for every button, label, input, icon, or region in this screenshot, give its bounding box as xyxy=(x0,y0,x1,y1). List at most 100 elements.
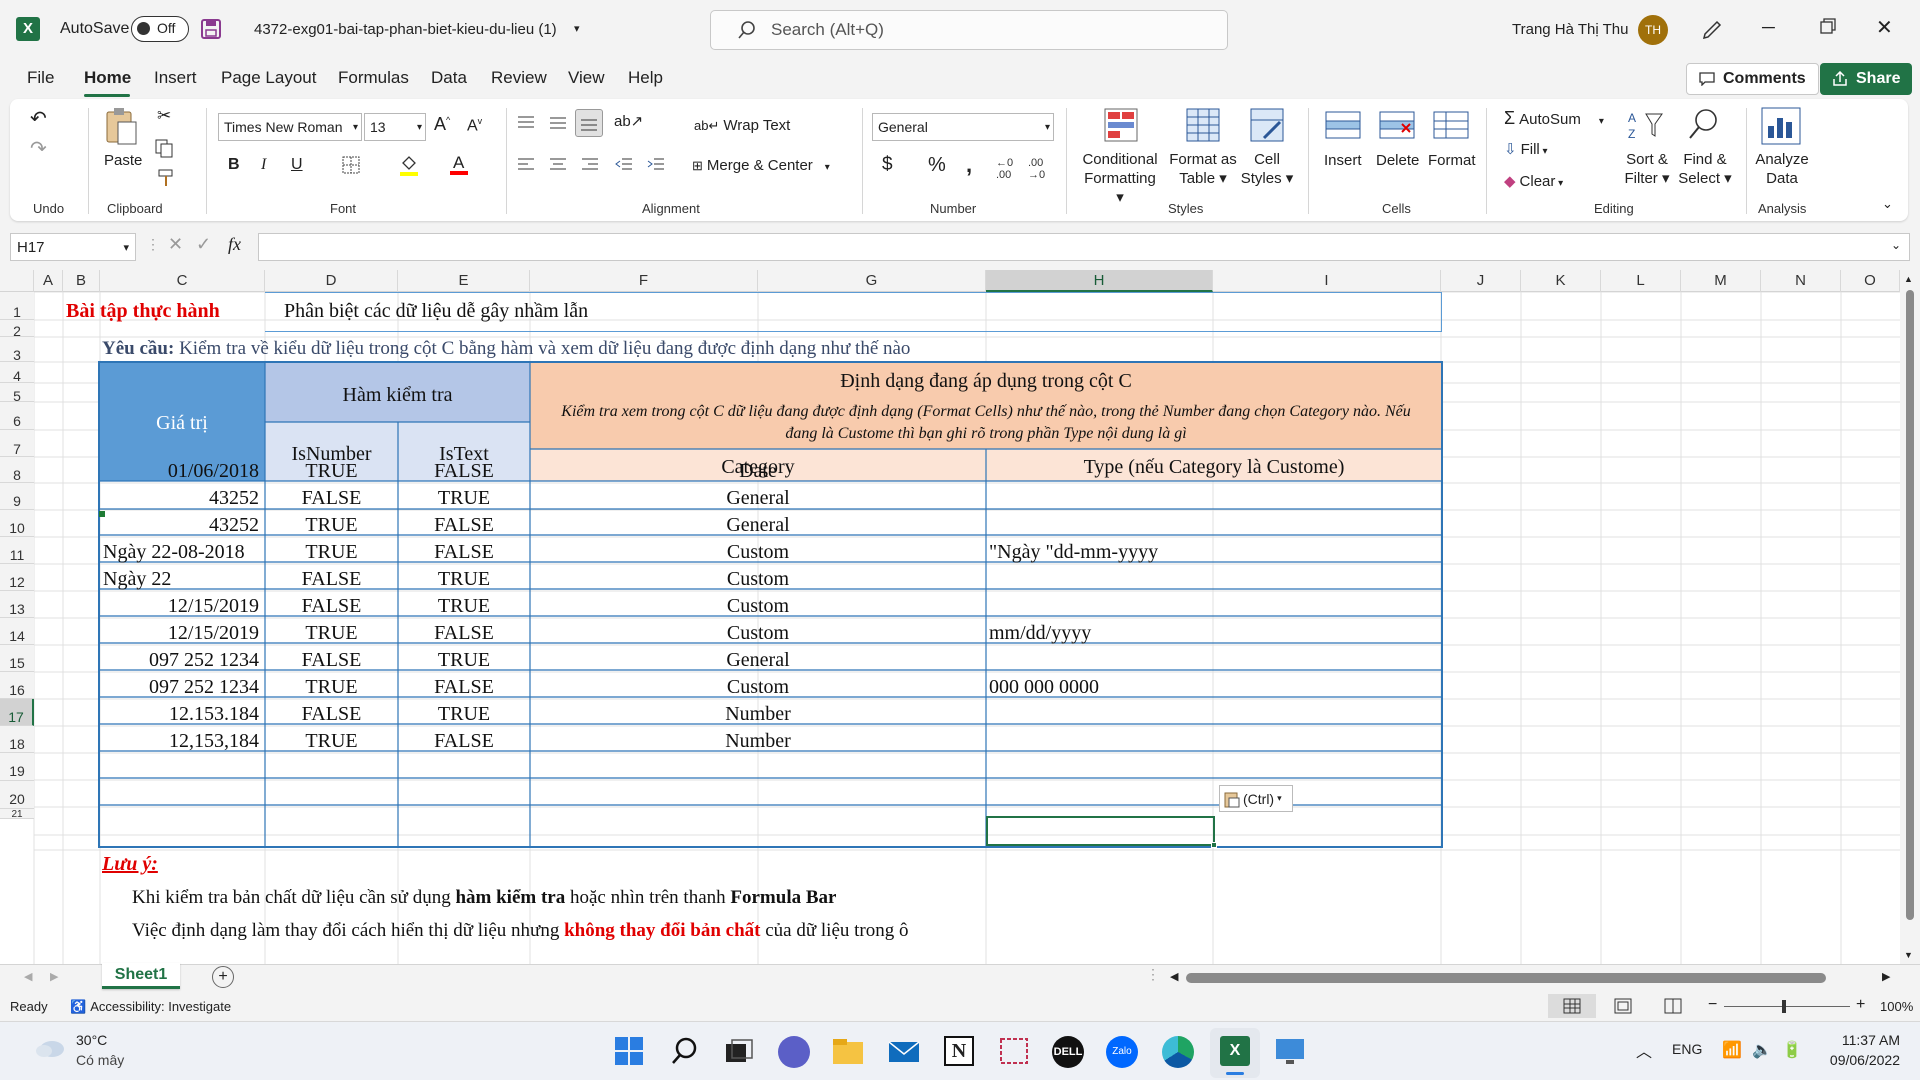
currency-icon[interactable]: $ xyxy=(882,154,893,176)
type-cell[interactable]: 000 000 0000 xyxy=(986,676,1441,699)
align-right-icon[interactable] xyxy=(580,156,600,174)
scroll-left-icon[interactable]: ◀ xyxy=(1170,970,1178,983)
increase-indent-icon[interactable] xyxy=(646,156,666,174)
select-all-corner[interactable] xyxy=(0,270,34,292)
conditional-formatting-icon[interactable] xyxy=(1104,108,1138,142)
merge-center-button[interactable]: ⊞ Merge & Center ▾ xyxy=(692,157,830,174)
row-header-13[interactable]: 13 xyxy=(0,591,34,618)
format-painter-icon[interactable] xyxy=(156,168,176,188)
row-header-9[interactable]: 9 xyxy=(0,483,34,510)
value-cell[interactable]: Ngày 22 xyxy=(100,568,263,591)
istext-cell[interactable]: FALSE xyxy=(398,676,530,699)
value-cell[interactable]: 12,153,184 xyxy=(100,730,263,753)
restore-icon[interactable] xyxy=(1820,18,1836,34)
paste-icon[interactable] xyxy=(104,106,138,148)
istext-cell[interactable]: FALSE xyxy=(398,730,530,753)
underline-button[interactable]: U xyxy=(291,156,303,174)
menu-view[interactable]: View xyxy=(568,68,605,88)
borders-icon[interactable] xyxy=(342,156,360,174)
istext-cell[interactable]: TRUE xyxy=(398,649,530,672)
row-header-7[interactable]: 7 xyxy=(0,430,34,457)
row-header-15[interactable]: 15 xyxy=(0,645,34,672)
row-header-21[interactable]: 21 xyxy=(0,809,34,819)
align-center-icon[interactable] xyxy=(548,156,568,174)
accessibility-status[interactable]: ♿ Accessibility: Investigate xyxy=(70,999,231,1015)
wifi-icon[interactable]: 📶 xyxy=(1722,1040,1742,1060)
isnumber-cell[interactable]: FALSE xyxy=(265,568,398,591)
row-header-18[interactable]: 18 xyxy=(0,726,34,753)
category-cell[interactable]: Custom xyxy=(530,568,986,591)
row-header-4[interactable]: 4 xyxy=(0,362,34,384)
font-color-icon[interactable]: A xyxy=(448,152,470,176)
find-select-icon[interactable] xyxy=(1686,106,1722,142)
comments-button[interactable]: Comments xyxy=(1686,63,1819,95)
weather-desc[interactable]: Có mây xyxy=(76,1052,124,1068)
decrease-font-icon[interactable]: Av xyxy=(467,116,482,135)
snipping-tool-icon[interactable] xyxy=(998,1036,1030,1066)
menu-file[interactable]: File xyxy=(27,68,54,88)
font-size-select[interactable]: 13 ▾ xyxy=(364,113,426,141)
vertical-scrollbar[interactable]: ▲ ▼ xyxy=(1900,270,1920,964)
row-header-8[interactable]: 8 xyxy=(0,457,34,483)
value-cell[interactable]: 12/15/2019 xyxy=(100,595,263,618)
autosum-button[interactable]: Σ AutoSum ▾ xyxy=(1504,108,1604,129)
isnumber-cell[interactable]: TRUE xyxy=(265,730,398,753)
orientation-icon[interactable]: ab↗ xyxy=(614,112,643,130)
zoom-out-icon[interactable]: − xyxy=(1708,996,1717,1014)
delete-cells-label[interactable]: Delete xyxy=(1376,152,1419,169)
row-header-12[interactable]: 12 xyxy=(0,564,34,591)
isnumber-cell[interactable]: TRUE xyxy=(265,541,398,564)
isnumber-cell[interactable]: TRUE xyxy=(265,676,398,699)
isnumber-cell[interactable]: FALSE xyxy=(265,487,398,510)
column-header-e[interactable]: E xyxy=(398,270,530,292)
category-cell[interactable]: Custom xyxy=(530,595,986,618)
fill-button[interactable]: ⇩ Fill ▾ xyxy=(1504,140,1548,158)
isnumber-cell[interactable]: TRUE xyxy=(265,622,398,645)
row-header-19[interactable]: 19 xyxy=(0,753,34,781)
redo-icon[interactable]: ↷ xyxy=(30,136,47,161)
analyze-data-icon[interactable] xyxy=(1760,106,1802,146)
row-header-10[interactable]: 10 xyxy=(0,510,34,537)
notion-icon[interactable]: N xyxy=(944,1036,974,1066)
row-header-20[interactable]: 20 xyxy=(0,781,34,809)
file-explorer-icon[interactable] xyxy=(832,1038,864,1066)
clock-date[interactable]: 09/06/2022 xyxy=(1820,1052,1900,1068)
zoom-slider-thumb[interactable] xyxy=(1782,1000,1786,1013)
insert-cells-icon[interactable] xyxy=(1324,108,1362,142)
task-view-icon[interactable] xyxy=(724,1038,754,1064)
column-header-l[interactable]: L xyxy=(1601,270,1681,292)
row-header-11[interactable]: 11 xyxy=(0,537,34,564)
format-cells-icon[interactable] xyxy=(1432,108,1470,142)
istext-cell[interactable]: TRUE xyxy=(398,703,530,726)
column-header-g[interactable]: G xyxy=(758,270,986,292)
share-button[interactable]: Share xyxy=(1820,63,1913,95)
format-cells-label[interactable]: Format xyxy=(1428,152,1476,169)
wrap-text-button[interactable]: ab↵ Wrap Text xyxy=(694,117,790,134)
value-cell[interactable]: 097 252 1234 xyxy=(100,649,263,672)
selected-cell-h17[interactable] xyxy=(986,816,1215,846)
percent-icon[interactable]: % xyxy=(928,154,946,177)
confirm-entry-icon[interactable]: ✓ xyxy=(196,234,211,255)
conditional-formatting-button[interactable]: Conditional Formatting ▾ xyxy=(1080,150,1160,207)
prev-sheet-icon[interactable]: ◀ xyxy=(24,970,32,983)
bold-button[interactable]: B xyxy=(228,156,240,174)
istext-cell[interactable]: TRUE xyxy=(398,595,530,618)
istext-cell[interactable]: FALSE xyxy=(398,514,530,537)
type-cell[interactable]: "Ngày "dd-mm-yyyy xyxy=(986,541,1441,564)
minimize-icon[interactable]: ─ xyxy=(1762,17,1775,38)
istext-cell[interactable]: TRUE xyxy=(398,568,530,591)
column-header-i[interactable]: I xyxy=(1213,270,1441,292)
value-cell[interactable]: 43252 xyxy=(100,487,263,510)
isnumber-cell[interactable]: TRUE xyxy=(265,514,398,537)
value-cell[interactable]: 12.153.184 xyxy=(100,703,263,726)
find-select-button[interactable]: Find & Select ▾ xyxy=(1674,150,1736,188)
zoom-level[interactable]: 100% xyxy=(1880,999,1913,1014)
column-header-f[interactable]: F xyxy=(530,270,758,292)
category-cell[interactable]: Number xyxy=(530,730,986,753)
page-break-view-icon[interactable] xyxy=(1664,998,1682,1014)
volume-icon[interactable]: 🔈 xyxy=(1752,1040,1772,1060)
category-cell[interactable]: Custom xyxy=(530,676,986,699)
taskbar-search-icon[interactable] xyxy=(670,1036,700,1066)
align-top-icon[interactable] xyxy=(516,112,536,132)
cut-icon[interactable]: ✂ xyxy=(157,106,171,126)
